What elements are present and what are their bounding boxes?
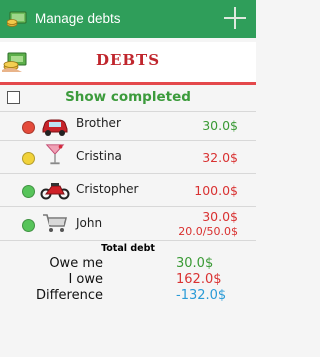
difference-label: Difference bbox=[35, 288, 103, 303]
owe-me-label: Owe me bbox=[49, 256, 103, 271]
difference-value: -132.0$ bbox=[176, 288, 227, 303]
divider bbox=[0, 111, 256, 112]
app-title: Manage debts bbox=[35, 11, 121, 26]
app-bar: Manage debts bbox=[0, 0, 256, 38]
i-owe-label: I owe bbox=[68, 272, 103, 287]
add-icon[interactable] bbox=[224, 7, 246, 29]
status-dot bbox=[22, 152, 35, 165]
debt-amount: 30.0$ bbox=[202, 118, 238, 133]
debts-header: DEBTS bbox=[0, 42, 256, 85]
divider bbox=[0, 206, 256, 207]
debtor-name: Brother bbox=[76, 116, 121, 130]
debt-row-cristina[interactable]: Cristina 32.0$ bbox=[0, 142, 256, 174]
status-dot bbox=[22, 219, 35, 232]
debt-amount: 30.0$ bbox=[202, 209, 238, 224]
show-completed-label: Show completed bbox=[65, 89, 191, 105]
owe-me-value: 30.0$ bbox=[176, 256, 214, 271]
money-wallet-icon[interactable] bbox=[7, 10, 29, 28]
status-dot bbox=[22, 185, 35, 198]
page-title: DEBTS bbox=[95, 51, 161, 69]
i-owe-value: 162.0$ bbox=[176, 272, 222, 287]
debt-row-john[interactable]: John 30.0$ 20.0/50.0$ bbox=[0, 208, 256, 242]
partial-payment: 20.0/50.0$ bbox=[178, 225, 238, 238]
cart-icon bbox=[43, 214, 68, 232]
car-icon bbox=[42, 119, 68, 136]
status-dot bbox=[22, 121, 35, 134]
divider bbox=[0, 173, 256, 174]
debt-row-cristopher[interactable]: Cristopher 100.0$ bbox=[0, 175, 256, 207]
debt-amount: 100.0$ bbox=[194, 183, 238, 198]
debtor-name: Cristopher bbox=[76, 182, 139, 196]
cocktail-icon bbox=[45, 144, 65, 165]
debt-amount: 32.0$ bbox=[202, 150, 238, 165]
total-debt-title: Total debt bbox=[101, 243, 155, 254]
divider bbox=[0, 240, 256, 241]
motorbike-icon bbox=[40, 183, 70, 200]
show-completed-row[interactable]: Show completed bbox=[0, 86, 256, 110]
debtor-name: Cristina bbox=[76, 149, 122, 163]
divider bbox=[0, 140, 256, 141]
debtor-name: John bbox=[76, 216, 103, 230]
